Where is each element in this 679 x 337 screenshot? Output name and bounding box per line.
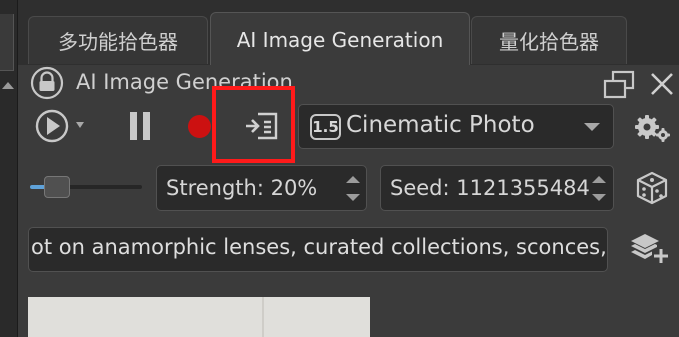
close-icon[interactable] <box>648 70 676 98</box>
left-tab-edge[interactable] <box>0 14 14 71</box>
style-version-badge: 1.5 <box>310 114 341 140</box>
scroll-up-arrow-icon[interactable] <box>2 82 14 89</box>
seed-value: Seed: 1121355484 <box>390 176 590 200</box>
strength-value: Strength: 20% <box>166 176 318 200</box>
strength-decrease-icon[interactable] <box>346 194 360 201</box>
pause-icon <box>130 112 150 140</box>
highlight-box <box>212 86 295 163</box>
image-preview-divider <box>262 297 264 337</box>
record-icon[interactable] <box>188 115 211 138</box>
style-select-value: Cinematic Photo <box>346 112 535 138</box>
tab-ai-image-generation[interactable]: AI Image Generation <box>210 12 470 66</box>
chevron-down-icon[interactable] <box>584 123 600 131</box>
settings-icon[interactable] <box>632 108 672 148</box>
chevron-down-icon <box>76 122 84 128</box>
image-preview[interactable] <box>28 297 370 337</box>
add-layers-icon[interactable] <box>628 230 670 266</box>
dice-icon[interactable] <box>634 170 670 206</box>
strength-slider-handle[interactable] <box>44 176 70 198</box>
strength-increase-icon[interactable] <box>346 176 360 183</box>
play-icon <box>35 109 69 143</box>
lock-icon[interactable] <box>30 66 64 100</box>
tab-quantized-color-picker[interactable]: 量化拾色器 <box>471 16 627 64</box>
pause-button[interactable] <box>122 106 158 146</box>
float-window-icon[interactable] <box>602 70 636 100</box>
play-button[interactable] <box>32 106 94 146</box>
seed-decrease-icon[interactable] <box>592 194 606 201</box>
tab-color-picker[interactable]: 多功能拾色器 <box>28 16 208 64</box>
prompt-text[interactable]: ot on anamorphic lenses, curated collect… <box>31 235 605 259</box>
seed-increase-icon[interactable] <box>592 176 606 183</box>
